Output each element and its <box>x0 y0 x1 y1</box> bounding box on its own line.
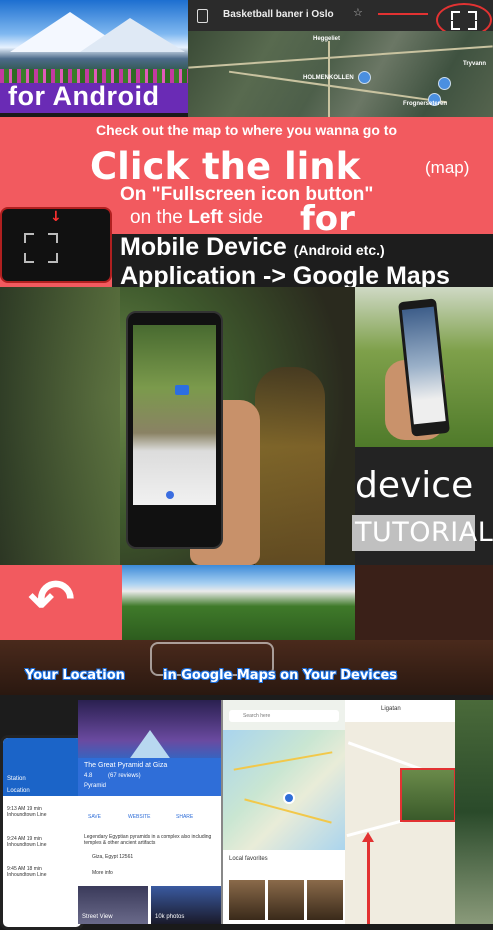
tutorial-word: TUTORIAL <box>355 517 493 548</box>
satellite-map[interactable]: Heggeliet HOLMENKOLLEN Tryvann Frognerse… <box>188 31 493 117</box>
street-view-thumbnail[interactable] <box>400 768 455 822</box>
check-out-text: Check out the map to where you wanna go … <box>95 122 398 138</box>
android-banner-image: for Android <box>0 0 188 113</box>
red-arrow-head-icon <box>362 832 374 842</box>
map-place-label: Frognerseteren <box>403 101 448 107</box>
mountain-landscape-photo <box>122 565 355 640</box>
red-arrow-icon <box>367 840 370 924</box>
more-info-link[interactable]: More info <box>92 870 113 876</box>
transit-row[interactable]: 9:45 AM 18 min Inhoundtown Line <box>3 866 81 878</box>
blurred-background <box>0 287 120 565</box>
map-marker-icon[interactable] <box>358 71 371 84</box>
map-marker-icon[interactable] <box>438 77 451 90</box>
place-thumbnail[interactable] <box>268 880 304 920</box>
place-name: The Great Pyramid at Giza <box>84 762 168 769</box>
line-name: Inhoundtown Line <box>7 842 47 848</box>
place-rating: 4.8 <box>84 773 93 779</box>
android-etc-label: (Android etc.) <box>293 242 385 258</box>
down-arrow-icon: ↓ <box>50 209 62 225</box>
station-label: Station <box>7 776 26 782</box>
mountain-shape <box>80 18 185 52</box>
fullscreen-corner-icon <box>451 11 460 20</box>
place-address: Giza, Egypt 12561 <box>92 854 134 860</box>
left-word: Left <box>188 207 223 228</box>
place-thumbnail[interactable] <box>229 880 265 920</box>
fullscreen-corner-icon <box>24 253 34 263</box>
google-maps-devices-text: in Google Maps on Your Devices <box>163 668 398 683</box>
local-favorites-header: Local favorites <box>229 856 268 862</box>
place-type: Pyramid <box>84 783 107 789</box>
street-map-screen: Ligatan <box>345 700 455 924</box>
fullscreen-corner-icon <box>468 11 477 20</box>
blurred-person <box>255 367 325 565</box>
map-search-input[interactable]: Search here <box>229 710 339 722</box>
your-location-text: Your Location <box>25 668 125 683</box>
fullscreen-corner-icon <box>468 21 477 30</box>
map-road <box>188 45 493 69</box>
street-photo <box>455 700 493 924</box>
pointer-arrow-line <box>378 13 428 15</box>
smartphone-mockup <box>126 311 223 549</box>
street-view-label: Street View <box>82 914 113 920</box>
location-dot-icon <box>283 792 295 804</box>
place-thumbnail[interactable] <box>307 880 343 920</box>
android-label: for Android <box>8 81 160 111</box>
side-word: side <box>222 207 264 228</box>
fullscreen-corner-icon <box>24 233 34 243</box>
place-reviews[interactable]: (67 reviews) <box>108 773 141 779</box>
map-place-label: Heggeliet <box>313 36 341 42</box>
map-place-label: Tryvann <box>463 61 487 67</box>
website-button[interactable]: WEBSITE <box>128 814 151 820</box>
place-details-screen: The Great Pyramid at Giza 4.8 (67 review… <box>78 700 221 924</box>
line-name: Inhoundtown Line <box>7 812 47 818</box>
on-the-text: on the <box>130 207 189 228</box>
share-button[interactable]: SHARE <box>176 814 193 820</box>
phone-screen-button <box>175 385 189 395</box>
device-word: device <box>355 465 474 506</box>
click-the-link-heading: Click the link <box>90 145 361 188</box>
map-title: Basketball baner i Oslo <box>223 9 334 20</box>
transit-row[interactable]: 9:24 AM 19 min Inhoundtown Line <box>3 836 81 848</box>
photos-thumbnail[interactable]: 10k photos <box>151 886 221 924</box>
map-layers-icon[interactable] <box>197 9 208 23</box>
map-paren-text: (map) <box>425 158 470 177</box>
fullscreen-corner-icon <box>48 253 58 263</box>
photos-count-label: 10k photos <box>155 914 185 920</box>
map-water <box>223 730 347 850</box>
city-label: Ligatan <box>381 706 401 712</box>
street-view-thumbnail[interactable]: Street View <box>78 886 148 924</box>
mobile-device-text: Mobile Device (Android etc.) <box>120 233 385 262</box>
mobile-device-label: Mobile Device <box>120 233 287 261</box>
curved-arrow-icon: ↶ <box>28 568 75 633</box>
phone-screen <box>133 325 216 505</box>
map-phone-screen: Search here Local favorites <box>221 700 347 924</box>
map-place-label: HOLMENKOLLEN <box>303 75 354 81</box>
transit-phone-screen: Station Location 9:13 AM 19 min Inhoundto… <box>0 735 84 930</box>
save-button[interactable]: SAVE <box>88 814 101 820</box>
fullscreen-corner-icon <box>48 233 58 243</box>
fullscreen-corner-icon <box>451 21 460 30</box>
street-map-header: Ligatan <box>345 700 455 722</box>
left-side-text: on the Left side <box>130 207 263 229</box>
location-button[interactable]: Location <box>7 788 30 794</box>
location-dot-icon <box>166 491 174 499</box>
transit-row[interactable]: 9:13 AM 19 min Inhoundtown Line <box>3 806 81 818</box>
android-label-strip: for Android <box>0 81 188 113</box>
place-description: Legendary Egyptian pyramids in a complex… <box>84 834 212 846</box>
dark-photo <box>355 565 493 640</box>
star-icon[interactable]: ☆ <box>353 6 363 19</box>
line-name: Inhoundtown Line <box>7 872 47 878</box>
